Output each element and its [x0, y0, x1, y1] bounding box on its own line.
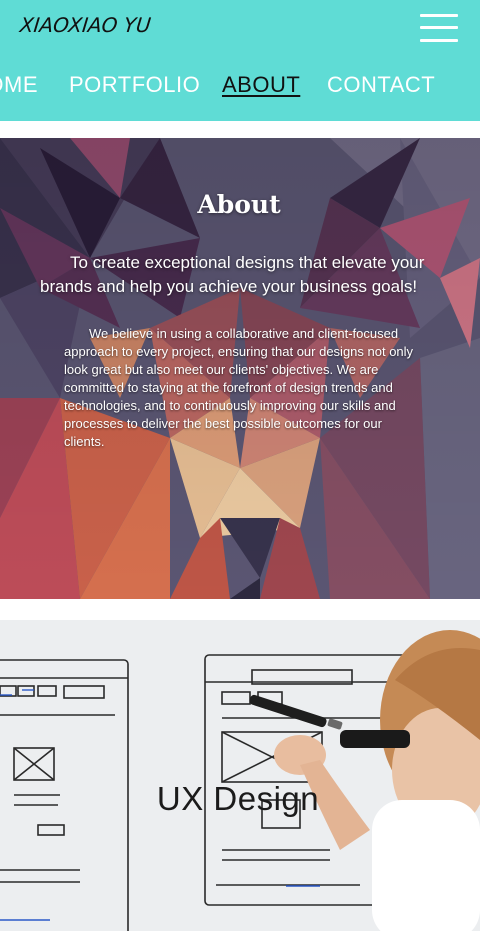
nav-item-home[interactable]: HOME: [0, 72, 38, 98]
nav-item-portfolio[interactable]: PORTFOLIO: [69, 72, 200, 98]
about-section: About To create exceptional designs that…: [0, 138, 480, 599]
ux-design-title: UX Design: [156, 780, 320, 817]
about-body-text: We believe in using a collaborative and …: [64, 326, 414, 449]
whiteboard-wireframe-image: [0, 620, 480, 931]
nav-item-about[interactable]: ABOUT: [222, 72, 300, 98]
ux-design-section[interactable]: UX Design: [0, 620, 480, 931]
menu-line: [420, 39, 458, 42]
about-lead-text: To create exceptional designs that eleva…: [40, 253, 425, 296]
nav-item-contact[interactable]: CONTACT: [327, 72, 435, 98]
about-title: About: [197, 190, 281, 219]
site-logo[interactable]: XIAOXIAO YU: [19, 13, 152, 37]
menu-line: [420, 26, 458, 29]
site-header: XIAOXIAO YU HOME PORTFOLIO ABOUT CONTACT: [0, 0, 480, 121]
menu-line: [420, 14, 458, 17]
hamburger-menu-icon[interactable]: [420, 14, 458, 42]
